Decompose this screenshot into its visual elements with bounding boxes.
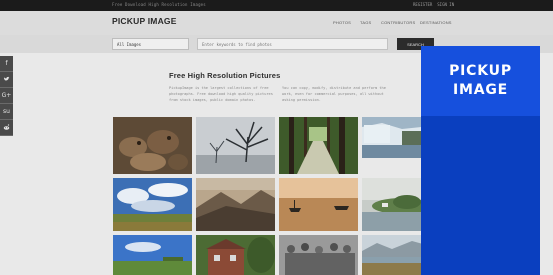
intro-title: Free High Resolution Pictures — [169, 71, 281, 80]
nav-tags[interactable]: TAGS — [360, 20, 371, 25]
search-input[interactable]: Enter keywords to find photos — [197, 38, 388, 50]
nav-contributors[interactable]: CONTRIBUTORS — [381, 20, 415, 25]
photo-bare-tree-fog[interactable] — [196, 117, 275, 174]
google-plus-icon[interactable]: G+ — [0, 88, 13, 104]
nav-destinations[interactable]: DESTINATIONS — [420, 20, 452, 25]
intro-right-text: You can copy, modify, distribute and per… — [282, 86, 386, 102]
intro-left-text: PickupImage is the largest collections o… — [169, 86, 273, 102]
banner-title: PICKUP IMAGE — [421, 62, 540, 100]
pickup-image-banner[interactable]: PICKUP IMAGE — [421, 46, 540, 275]
tagline: Free Download High Resolution Images — [112, 2, 206, 7]
social-sidebar: f G+ su — [0, 56, 13, 136]
photo-otters[interactable] — [113, 117, 192, 174]
sign-in-link[interactable]: SIGN IN — [437, 2, 454, 7]
image-type-value: All Images — [117, 42, 142, 47]
stumbleupon-icon[interactable]: su — [0, 104, 13, 120]
photo-brick-house[interactable] — [196, 235, 275, 275]
image-type-select[interactable]: All Images — [112, 38, 189, 50]
photo-crowd[interactable] — [279, 235, 358, 275]
banner-title-line1: PICKUP — [449, 63, 512, 79]
top-bar: Free Download High Resolution Images REG… — [0, 0, 553, 11]
photo-mountain-valley[interactable] — [196, 178, 275, 231]
photo-sunset-boats[interactable] — [279, 178, 358, 231]
twitter-icon[interactable] — [0, 72, 13, 88]
photo-forest-path[interactable] — [279, 117, 358, 174]
site-header: PICKUP IMAGE PHOTOS TAGS CONTRIBUTORS DE… — [0, 11, 553, 35]
account-links: REGISTER SIGN IN — [413, 2, 454, 7]
photo-blue-sky-field[interactable] — [113, 235, 192, 275]
facebook-icon[interactable]: f — [0, 56, 13, 72]
banner-title-line2: IMAGE — [452, 82, 509, 98]
site-logo[interactable]: PICKUP IMAGE — [112, 16, 177, 26]
photo-field-sky[interactable] — [113, 178, 192, 231]
register-link[interactable]: REGISTER — [413, 2, 432, 7]
search-placeholder: Enter keywords to find photos — [202, 42, 272, 47]
reddit-icon[interactable] — [0, 120, 13, 136]
nav-photos[interactable]: PHOTOS — [333, 20, 351, 25]
